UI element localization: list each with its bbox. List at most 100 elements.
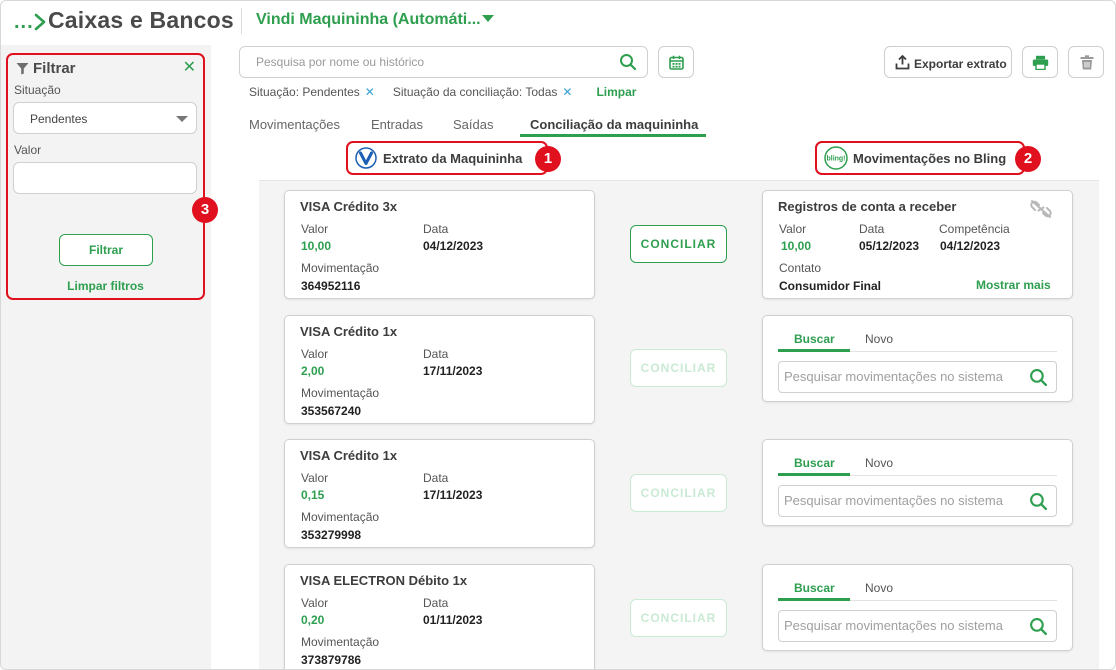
bling-logo-icon: bling! — [824, 146, 848, 170]
tab-saidas[interactable]: Saídas — [453, 117, 493, 132]
data-label: Data — [423, 347, 449, 361]
caret-down-icon[interactable] — [482, 15, 494, 22]
callout-badge-1: 1 — [535, 146, 561, 172]
transaction-movimentacao: 353567240 — [301, 404, 362, 418]
search-movement-card: Buscar Novo — [762, 564, 1073, 651]
movement-search-input[interactable] — [784, 618, 1024, 633]
close-filter-button[interactable]: ✕ — [183, 57, 196, 77]
competencia-label: Competência — [939, 222, 1010, 236]
tab-buscar[interactable]: Buscar — [794, 456, 835, 470]
transaction-title: VISA ELECTRON Débito 1x — [300, 573, 468, 588]
data-label: Data — [859, 222, 885, 236]
filter-title-text: Filtrar — [33, 60, 76, 77]
data-label: Data — [423, 471, 449, 485]
export-statement-label: Exportar extrato — [914, 57, 1007, 71]
movement-search-box — [778, 361, 1057, 393]
transaction-data: 04/12/2023 — [423, 239, 484, 253]
transaction-valor: 0,15 — [301, 488, 325, 502]
movement-search-input[interactable] — [784, 493, 1024, 508]
search-icon[interactable] — [1029, 492, 1048, 511]
search-box — [239, 46, 648, 78]
transaction-movimentacao: 353279998 — [301, 528, 362, 542]
calendar-button[interactable] — [658, 46, 694, 78]
filter-panel: Filtrar ✕ Situação Pendentes Valor Filtr… — [6, 53, 205, 300]
search-input[interactable] — [256, 55, 596, 69]
machine-statement-label: Extrato da Maquininha — [383, 150, 523, 166]
tab-novo[interactable]: Novo — [865, 581, 893, 595]
valor-label: Valor — [301, 471, 329, 485]
transaction-card[interactable]: VISA Crédito 1x Valor 0,15 Data 17/11/20… — [284, 439, 595, 548]
movement-search-input[interactable] — [784, 369, 1024, 384]
callout-badge-2: 2 — [1015, 146, 1041, 172]
tab-conciliacao-maquininha[interactable]: Conciliação da maquininha — [530, 117, 698, 132]
filter-title: Filtrar — [16, 60, 76, 77]
tab-buscar[interactable]: Buscar — [794, 581, 835, 595]
filter-button[interactable]: Filtrar — [59, 234, 153, 266]
tab-novo[interactable]: Novo — [865, 332, 893, 346]
print-button[interactable] — [1022, 46, 1058, 78]
transaction-title: VISA Crédito 3x — [300, 199, 398, 214]
match-valor: 10,00 — [781, 239, 812, 253]
conciliar-button[interactable]: CONCILIAR — [630, 474, 727, 512]
callout-badge-3: 3 — [192, 197, 218, 223]
valor-label: Valor — [14, 143, 42, 157]
clear-chips-link[interactable]: Limpar — [596, 85, 636, 99]
columns-header: Extrato da Maquininha bling! Movimentaçõ… — [259, 137, 1099, 181]
breadcrumb-back[interactable]: ... — [14, 11, 34, 34]
delete-button[interactable] — [1068, 46, 1104, 78]
unlink-icon[interactable] — [1030, 199, 1052, 219]
active-tab-indicator — [778, 473, 850, 476]
match-mode-tabs: Buscar Novo — [778, 454, 1057, 476]
bling-movements-label: Movimentações no Bling — [853, 150, 1007, 166]
tab-entradas[interactable]: Entradas — [371, 117, 423, 132]
vindi-logo-icon — [355, 147, 377, 169]
remove-chip-situacao-icon[interactable]: ✕ — [365, 85, 375, 99]
remove-chip-conciliacao-icon[interactable]: ✕ — [562, 85, 572, 99]
match-contato: Consumidor Final — [779, 279, 881, 293]
transaction-card[interactable]: VISA ELECTRON Débito 1x Valor 0,20 Data … — [284, 564, 595, 669]
upload-icon — [895, 55, 910, 70]
receivable-match-card[interactable]: Registros de conta a receber Valor 10,00… — [762, 190, 1073, 299]
conciliar-button[interactable]: CONCILIAR — [630, 599, 727, 637]
transaction-data: 17/11/2023 — [423, 364, 483, 378]
data-label: Data — [423, 222, 449, 236]
tab-movimentacoes[interactable]: Movimentações — [249, 117, 340, 132]
search-icon[interactable] — [619, 53, 637, 71]
movimentacao-label: Movimentação — [301, 386, 380, 400]
header-divider — [241, 8, 242, 34]
search-icon[interactable] — [1029, 368, 1048, 387]
movimentacao-label: Movimentação — [301, 635, 380, 649]
transaction-card[interactable]: VISA Crédito 1x Valor 2,00 Data 17/11/20… — [284, 315, 595, 424]
situacao-label: Situação — [14, 83, 61, 97]
data-label: Data — [423, 596, 449, 610]
export-statement-button[interactable]: Exportar extrato — [884, 46, 1012, 78]
active-filter-chips: Situação: Pendentes ✕ Situação da concil… — [249, 85, 636, 99]
page-header: ... Caixas e Bancos Vindi Maquininha (Au… — [1, 1, 1115, 41]
account-selector[interactable]: Vindi Maquininha (Automáti... — [256, 11, 481, 29]
funnel-icon — [16, 63, 29, 75]
transaction-valor: 0,20 — [301, 613, 325, 627]
contato-label: Contato — [779, 261, 822, 275]
search-icon[interactable] — [1029, 617, 1048, 636]
conciliar-button[interactable]: CONCILIAR — [630, 225, 727, 263]
active-tab-indicator — [778, 349, 850, 352]
transaction-card[interactable]: VISA Crédito 3x Valor 10,00 Data 04/12/2… — [284, 190, 595, 299]
transaction-data: 01/11/2023 — [423, 613, 483, 627]
valor-label: Valor — [301, 222, 329, 236]
situacao-select[interactable]: Pendentes — [13, 102, 197, 134]
situacao-value: Pendentes — [30, 112, 88, 126]
search-movement-card: Buscar Novo — [762, 315, 1073, 402]
bling-movements-header: bling! Movimentações no Bling — [815, 141, 1025, 175]
valor-label: Valor — [779, 222, 807, 236]
chip-conciliacao: Situação da conciliação: Todas — [392, 85, 558, 99]
page-title: Caixas e Bancos — [48, 7, 234, 33]
clear-filters-link[interactable]: Limpar filtros — [8, 279, 203, 293]
show-more-link[interactable]: Mostrar mais — [976, 278, 1051, 292]
valor-input[interactable] — [13, 162, 197, 194]
match-data: 05/12/2023 — [859, 239, 920, 253]
tab-buscar[interactable]: Buscar — [794, 332, 835, 346]
tab-novo[interactable]: Novo — [865, 456, 893, 470]
match-competencia: 04/12/2023 — [940, 239, 1001, 253]
svg-text:bling!: bling! — [826, 156, 845, 163]
conciliar-button[interactable]: CONCILIAR — [630, 349, 727, 387]
